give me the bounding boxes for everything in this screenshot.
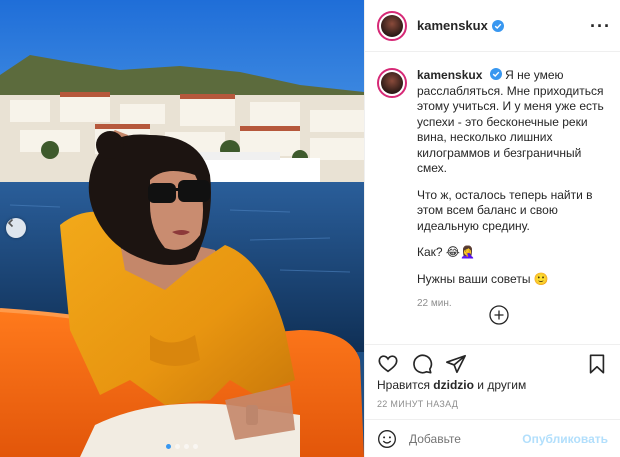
- share-icon[interactable]: [445, 353, 467, 375]
- heart-icon[interactable]: [377, 353, 399, 375]
- caption-text: kamenskux Я не умею расслабляться. Мне п…: [417, 68, 608, 336]
- caption-username[interactable]: kamenskux: [417, 68, 482, 82]
- avatar[interactable]: [377, 10, 407, 41]
- post-photo[interactable]: [0, 0, 364, 457]
- header-username[interactable]: kamenskux: [417, 18, 488, 33]
- expand-comments-icon[interactable]: [489, 305, 509, 325]
- posted-time[interactable]: 22 МИНУТ НАЗАД: [377, 399, 458, 409]
- verified-icon: [491, 19, 504, 32]
- post-header: kamenskux ···: [365, 0, 620, 52]
- post-side-panel: kamenskux ··· kamenskux Я не умею рассла…: [364, 0, 620, 457]
- carousel-prev-button[interactable]: [6, 218, 26, 238]
- photo-illustration: [0, 0, 364, 457]
- likes-user[interactable]: dzidzio: [433, 378, 474, 392]
- carousel-prev-icon: [7, 218, 14, 228]
- likes-prefix: Нравится: [377, 378, 434, 392]
- carousel-dot: [193, 444, 198, 449]
- carousel-dot: [166, 444, 171, 449]
- comment-box: Опубликовать: [365, 419, 620, 457]
- more-options-icon[interactable]: ···: [590, 17, 610, 35]
- avatar[interactable]: [377, 68, 407, 98]
- caption-paragraph: Как? 😂🤦‍♀️: [417, 245, 475, 259]
- comment-icon[interactable]: [411, 353, 433, 375]
- verified-icon: [489, 68, 502, 80]
- carousel-dot: [175, 444, 180, 449]
- caption-paragraph: Я не умею расслабляться. Мне приходиться…: [417, 68, 604, 175]
- caption-paragraph: Что ж, осталось теперь найти в этом всем…: [417, 187, 593, 233]
- caption-paragraph: Нужны ваши советы 🙂: [417, 271, 549, 286]
- emoji-icon[interactable]: [377, 429, 397, 449]
- publish-button[interactable]: Опубликовать: [522, 432, 608, 446]
- carousel-dots: [0, 444, 364, 449]
- action-bar: [365, 344, 620, 382]
- likes-line: Нравится dzidzio и другим: [377, 378, 526, 392]
- caption-block: kamenskux Я не умею расслабляться. Мне п…: [365, 52, 620, 336]
- carousel-dot: [184, 444, 189, 449]
- caption-time[interactable]: 22 мин.: [417, 296, 608, 312]
- comment-input[interactable]: [409, 431, 519, 446]
- bookmark-icon[interactable]: [586, 353, 608, 375]
- likes-suffix[interactable]: и другим: [474, 378, 526, 392]
